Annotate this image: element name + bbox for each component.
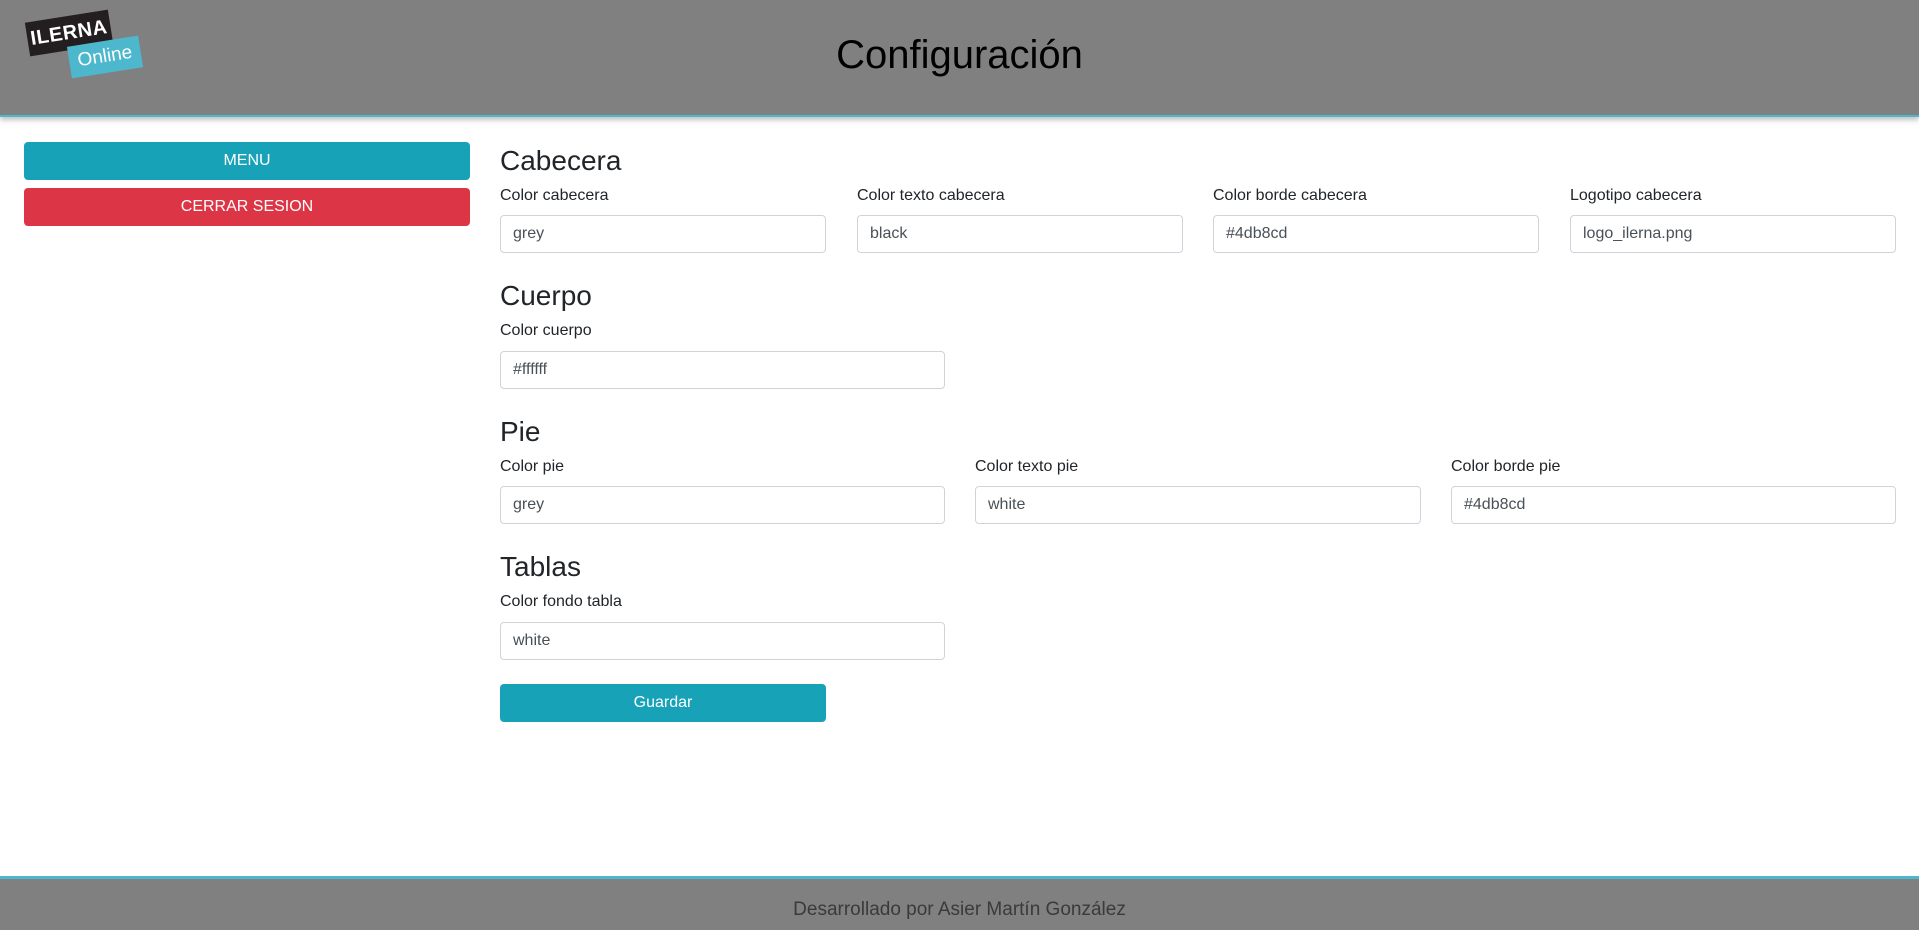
label-color-texto-pie: Color texto pie [975, 458, 1079, 475]
save-button[interactable]: Guardar [500, 684, 826, 722]
menu-button[interactable]: MENU [24, 142, 470, 180]
page-footer: Desarrollado por Asier Martín González [0, 876, 1919, 930]
page-title: Configuración [836, 33, 1083, 77]
section-title-pie: Pie [500, 416, 541, 447]
section-title-tablas: Tablas [500, 551, 581, 582]
input-color-cabecera[interactable] [500, 215, 826, 253]
input-color-texto-cabecera[interactable] [857, 215, 1183, 253]
page-header: ILERNA Online Configuración [0, 0, 1919, 117]
label-color-pie: Color pie [500, 458, 565, 475]
input-color-cuerpo[interactable] [500, 351, 945, 389]
label-color-borde-cabecera: Color borde cabecera [1213, 187, 1367, 204]
input-color-pie[interactable] [500, 486, 945, 524]
logout-button[interactable]: CERRAR SESION [24, 188, 470, 226]
input-color-borde-cabecera[interactable] [1213, 215, 1539, 253]
section-title-cabecera: Cabecera [500, 145, 622, 176]
label-color-fondo-tabla: Color fondo tabla [500, 593, 622, 610]
section-title-cuerpo: Cuerpo [500, 280, 592, 311]
input-logotipo-cabecera[interactable] [1570, 215, 1896, 253]
label-color-borde-pie: Color borde pie [1451, 458, 1561, 475]
label-color-cabecera: Color cabecera [500, 187, 609, 204]
label-color-texto-cabecera: Color texto cabecera [857, 187, 1005, 204]
footer-credits: Desarrollado por Asier Martín González [793, 899, 1126, 920]
input-color-borde-pie[interactable] [1451, 486, 1896, 524]
input-color-texto-pie[interactable] [975, 486, 1421, 524]
label-logotipo-cabecera: Logotipo cabecera [1570, 187, 1702, 204]
input-color-fondo-tabla[interactable] [500, 622, 945, 660]
label-color-cuerpo: Color cuerpo [500, 322, 592, 339]
